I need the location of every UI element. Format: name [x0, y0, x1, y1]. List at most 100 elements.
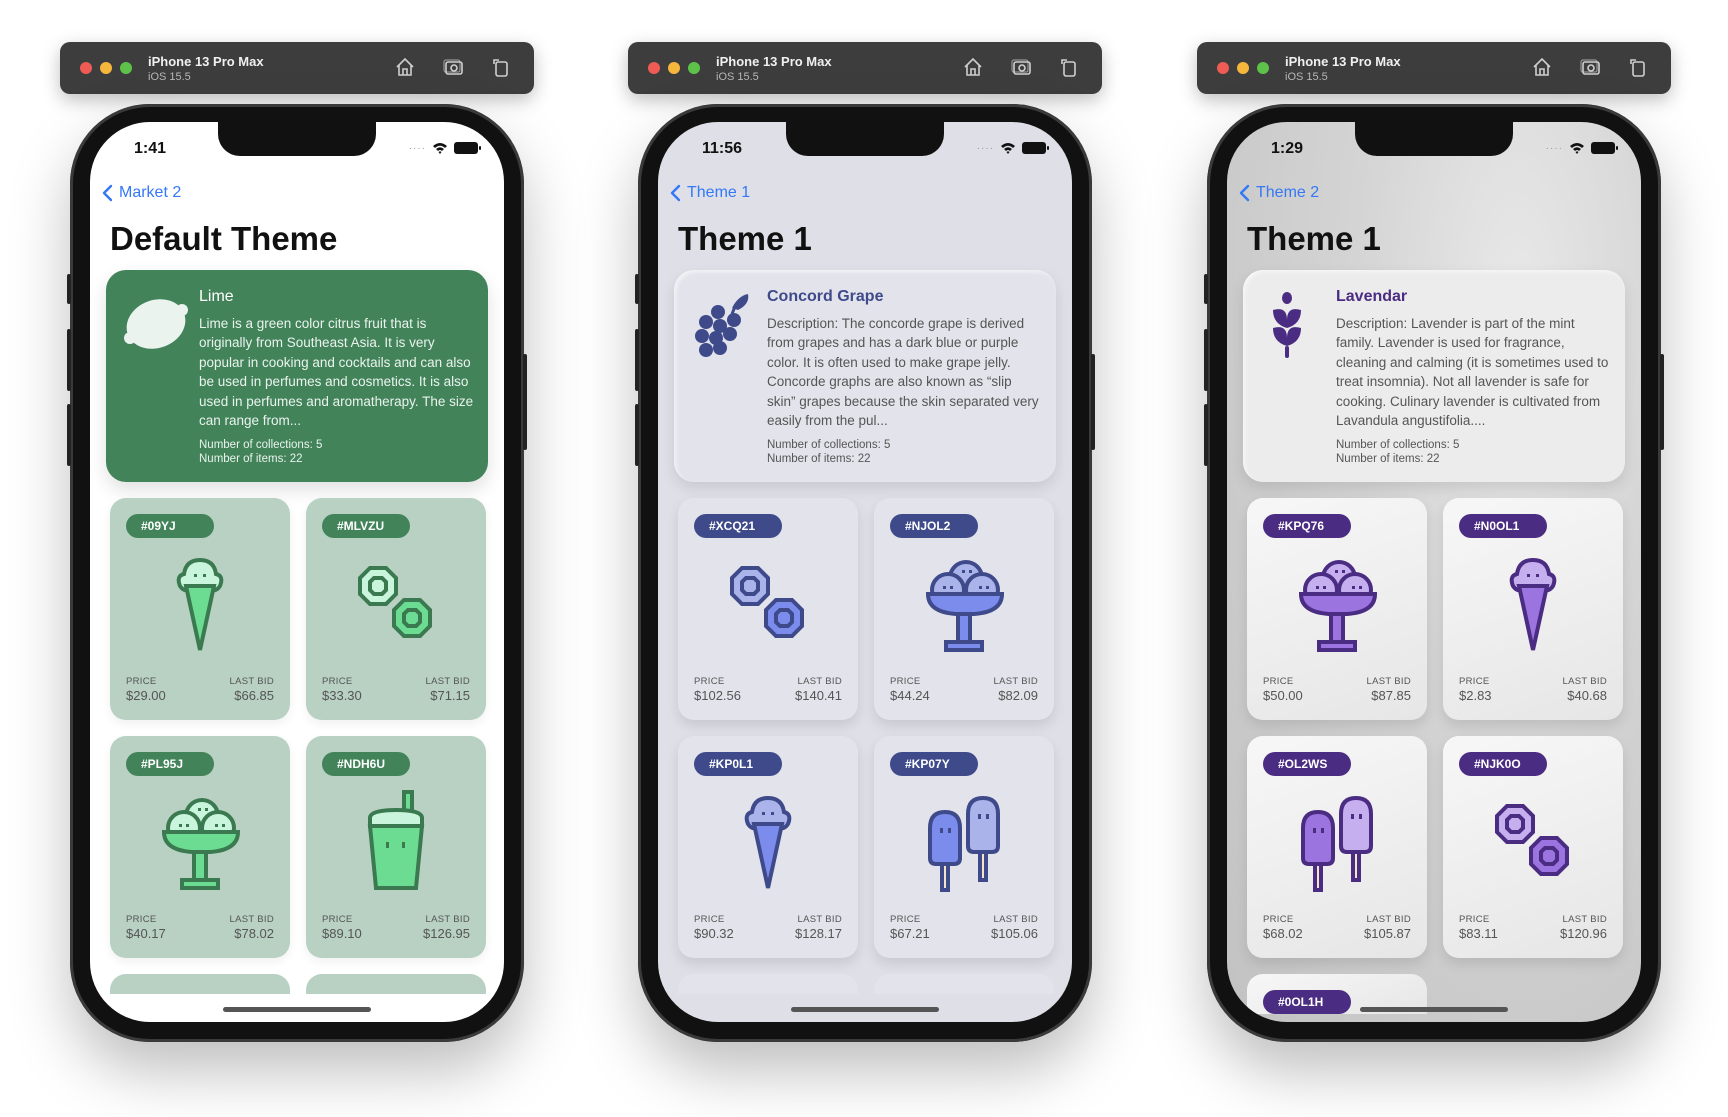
close-window-button[interactable]	[648, 62, 660, 74]
screenshot-icon[interactable]	[442, 56, 464, 78]
items-count: Number of items: 22	[1336, 453, 1440, 465]
nft-card[interactable]: #N0OL1 PRICE $2.83 LAST BID $40.68	[1443, 498, 1623, 720]
collection-summary-card[interactable]: Lavendar Description: Lavender is part o…	[1243, 270, 1625, 482]
last-bid-label: LAST BID	[425, 914, 470, 925]
status-time: 1:29	[1271, 140, 1304, 157]
price-value: $89.10	[322, 926, 362, 941]
home-icon[interactable]	[394, 56, 416, 78]
last-bid-block: LAST BID $105.06	[991, 914, 1038, 941]
nft-card[interactable]: #XCQ21 PRICE $102.56 LAST BID $140.41	[678, 498, 858, 720]
simulator-window-2: iPhone 13 Pro Max iOS 15.5 11:56 ···· Th…	[628, 0, 1102, 1042]
rotate-icon[interactable]	[490, 56, 512, 78]
price-value: $44.24	[890, 688, 930, 703]
home-indicator[interactable]	[223, 1007, 371, 1012]
device-name: iPhone 13 Pro Max	[716, 54, 832, 69]
screenshot-icon[interactable]	[1579, 56, 1601, 78]
nft-card[interactable]: #KP0L1 PRICE $90.32 LAST BID $128.17	[678, 736, 858, 958]
nft-card[interactable]: #KP07Y PRICE $67.21 LAST BID $105.06	[874, 736, 1054, 958]
collections-count: Number of collections: 5	[767, 439, 891, 451]
price-label: PRICE	[126, 676, 157, 687]
page-title: Theme 1	[678, 220, 812, 257]
app-screen: 1:29 ···· Theme 2 Theme 1 Lavendar Descr…	[1227, 122, 1641, 1022]
home-icon[interactable]	[962, 56, 984, 78]
last-bid-value: $66.85	[234, 688, 274, 703]
page-title: Default Theme	[110, 220, 338, 257]
price-value: $83.11	[1459, 926, 1498, 941]
price-value: $2.83	[1459, 688, 1492, 703]
last-bid-block: LAST BID $66.85	[230, 676, 274, 703]
price-block: PRICE $67.21	[890, 914, 930, 941]
battery-icon	[1022, 142, 1049, 154]
page-title: Theme 1	[1247, 220, 1381, 257]
price-label: PRICE	[1263, 676, 1294, 687]
ice-cream-cone-art	[176, 557, 224, 651]
back-button[interactable]: Theme 1	[670, 184, 750, 202]
rotate-icon[interactable]	[1058, 56, 1080, 78]
ice-cream-cone-icon	[176, 557, 224, 651]
nft-card[interactable]: #PL95J PRICE $40.17 LAST BID $78.02	[110, 736, 290, 958]
donuts-icon	[1495, 804, 1569, 876]
last-bid-value: $71.15	[430, 688, 470, 703]
minimize-window-button[interactable]	[100, 62, 112, 74]
collections-count: Number of collections: 5	[199, 439, 323, 451]
simulator-toolbar: iPhone 13 Pro Max iOS 15.5	[628, 42, 1102, 94]
nft-card-partial[interactable]	[678, 974, 858, 994]
last-bid-block: LAST BID $71.15	[426, 676, 470, 703]
home-indicator[interactable]	[791, 1007, 939, 1012]
collection-stats: Number of collections: 5 Number of items…	[1336, 438, 1459, 466]
collection-summary-card[interactable]: Lime Lime is a green color citrus fruit …	[106, 270, 488, 482]
nft-card-partial[interactable]	[306, 974, 486, 994]
zoom-window-button[interactable]	[688, 62, 700, 74]
price-value: $67.21	[890, 926, 930, 941]
nft-card-partial[interactable]	[110, 974, 290, 994]
nft-card[interactable]: #OL2WS PRICE $68.02 LAST BID $105.87	[1247, 736, 1427, 958]
home-indicator[interactable]	[1360, 1007, 1508, 1012]
simulator-toolbar: iPhone 13 Pro Max iOS 15.5	[1197, 42, 1671, 94]
nft-id-badge: #NJK0O	[1459, 752, 1547, 776]
notch	[786, 122, 944, 156]
rotate-icon[interactable]	[1627, 56, 1649, 78]
nft-id-badge: #KP0L1	[694, 752, 782, 776]
last-bid-label: LAST BID	[993, 676, 1038, 687]
nft-card[interactable]: #MLVZU PRICE $33.30 LAST BID $71.15	[306, 498, 486, 720]
last-bid-value: $40.68	[1567, 688, 1607, 703]
iphone-frame: 1:29 ···· Theme 2 Theme 1 Lavendar Descr…	[1204, 104, 1664, 1042]
nft-id-badge: #OL2WS	[1263, 752, 1351, 776]
popsicles-icon	[928, 795, 1000, 892]
last-bid-value: $128.17	[795, 926, 842, 941]
lavender-icon	[1273, 292, 1301, 358]
price-label: PRICE	[1459, 914, 1490, 925]
nft-card[interactable]: #NJK0O PRICE $83.11 LAST BID $120.96	[1443, 736, 1623, 958]
nft-card[interactable]: #09YJ PRICE $29.00 LAST BID $66.85	[110, 498, 290, 720]
zoom-window-button[interactable]	[1257, 62, 1269, 74]
zoom-window-button[interactable]	[120, 62, 132, 74]
iphone-frame: 1:41 ···· Market 2 Default Theme Lime Li…	[67, 104, 527, 1042]
back-button[interactable]: Theme 2	[1239, 184, 1319, 202]
collection-summary-card[interactable]: Concord Grape Description: The concorde …	[674, 270, 1056, 482]
nft-card[interactable]: #NJOL2 PRICE $44.24 LAST BID $82.09	[874, 498, 1054, 720]
last-bid-value: $105.87	[1364, 926, 1411, 941]
price-label: PRICE	[890, 676, 921, 687]
collection-name: Lavendar	[1336, 288, 1408, 305]
home-icon[interactable]	[1531, 56, 1553, 78]
screenshot-icon[interactable]	[1010, 56, 1032, 78]
cellular-signal-icon: ····	[1545, 142, 1563, 154]
nft-card[interactable]: #NDH6U PRICE $89.10 LAST BID $126.95	[306, 736, 486, 958]
price-block: PRICE $2.83	[1459, 676, 1492, 703]
donuts-art	[1495, 804, 1569, 876]
minimize-window-button[interactable]	[668, 62, 680, 74]
close-window-button[interactable]	[1217, 62, 1229, 74]
price-value: $90.32	[694, 926, 734, 941]
nft-id-badge: #XCQ21	[694, 514, 782, 538]
nft-card-partial[interactable]	[874, 974, 1054, 994]
last-bid-block: LAST BID $82.09	[994, 676, 1038, 703]
drink-cup-art	[367, 790, 425, 890]
last-bid-block: LAST BID $87.85	[1367, 676, 1411, 703]
back-button[interactable]: Market 2	[102, 184, 181, 202]
minimize-window-button[interactable]	[1237, 62, 1249, 74]
collection-stats: Number of collections: 5 Number of items…	[767, 438, 890, 466]
close-window-button[interactable]	[80, 62, 92, 74]
nft-id-badge: #09YJ	[126, 514, 214, 538]
nft-card[interactable]: #KPQ76 PRICE $50.00 LAST BID $87.85	[1247, 498, 1427, 720]
price-block: PRICE $29.00	[126, 676, 166, 703]
